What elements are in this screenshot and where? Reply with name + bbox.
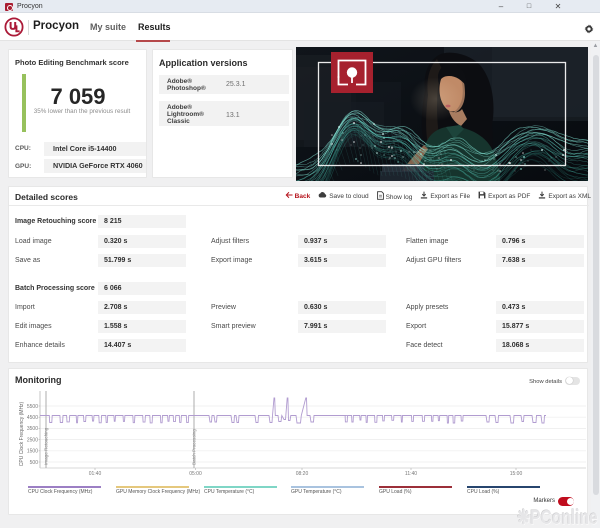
- svg-text:15:00: 15:00: [510, 471, 523, 477]
- svg-text:Image Retouching: Image Retouching: [44, 427, 49, 465]
- svg-text:1500: 1500: [27, 449, 38, 455]
- svg-text:3500: 3500: [27, 426, 38, 432]
- svg-text:01:40: 01:40: [89, 471, 102, 477]
- svg-text:Batch Processing: Batch Processing: [192, 429, 197, 465]
- svg-text:5500: 5500: [27, 404, 38, 410]
- svg-text:11:40: 11:40: [405, 471, 417, 477]
- svg-text:500: 500: [30, 460, 39, 466]
- svg-text:05:00: 05:00: [189, 471, 202, 477]
- svg-text:2500: 2500: [27, 437, 38, 443]
- svg-text:4500: 4500: [27, 415, 38, 421]
- svg-text:CPU Clock Frequency (MHz): CPU Clock Frequency (MHz): [19, 401, 25, 466]
- svg-text:08:20: 08:20: [296, 471, 309, 477]
